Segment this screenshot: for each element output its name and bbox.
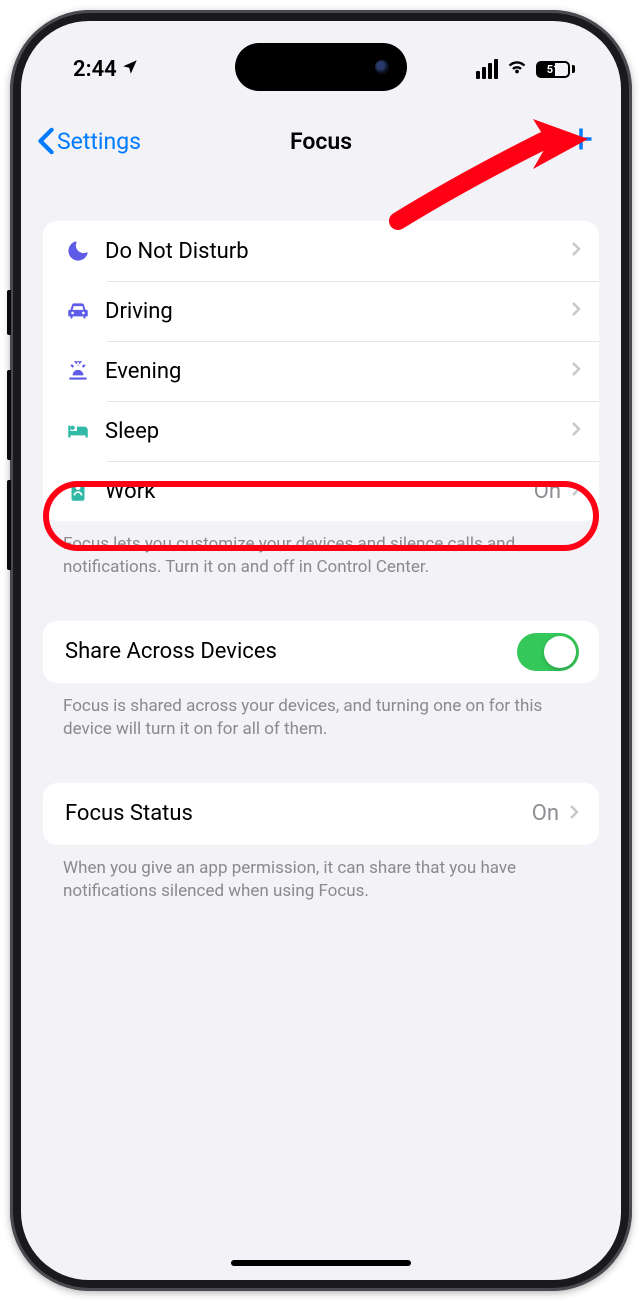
focus-row-dnd[interactable]: Do Not Disturb (43, 221, 599, 281)
row-label: Share Across Devices (65, 639, 517, 664)
moon-icon (65, 238, 105, 264)
dynamic-island (235, 43, 407, 91)
row-value: On (534, 479, 561, 504)
row-label: Evening (105, 359, 561, 384)
home-indicator[interactable] (231, 1260, 411, 1266)
battery-icon: 51 (536, 61, 575, 78)
back-label: Settings (57, 128, 141, 155)
location-icon (121, 57, 139, 82)
phone-frame: 2:44 51 Settings Focus (10, 10, 632, 1291)
sunset-icon (65, 358, 105, 384)
chevron-right-icon (571, 481, 581, 501)
row-label: Do Not Disturb (105, 239, 561, 264)
content: Do Not Disturb Driving Evening (21, 221, 621, 903)
chevron-right-icon (569, 804, 579, 824)
focus-row-evening[interactable]: Evening (43, 341, 599, 401)
focus-status-row[interactable]: Focus Status On (43, 783, 599, 845)
car-icon (65, 298, 105, 324)
focus-group-footer: Focus lets you customize your devices an… (43, 521, 599, 579)
badge-icon (65, 478, 105, 504)
share-row[interactable]: Share Across Devices (43, 621, 599, 683)
chevron-right-icon (571, 421, 581, 441)
chevron-right-icon (571, 301, 581, 321)
nav-bar: Settings Focus (21, 111, 621, 171)
share-toggle[interactable] (517, 633, 579, 671)
row-label: Work (105, 479, 534, 504)
row-label: Focus Status (65, 801, 532, 826)
screen: 2:44 51 Settings Focus (21, 21, 621, 1280)
share-footer: Focus is shared across your devices, and… (43, 683, 599, 741)
back-button[interactable]: Settings (37, 127, 141, 155)
chevron-right-icon (571, 241, 581, 261)
row-label: Driving (105, 299, 561, 324)
row-label: Sleep (105, 419, 561, 444)
add-button[interactable] (567, 125, 595, 157)
focus-status-footer: When you give an app permission, it can … (43, 845, 599, 903)
status-time: 2:44 (73, 57, 117, 82)
page-title: Focus (290, 128, 352, 155)
bed-icon (65, 418, 105, 444)
focus-modes-group: Do Not Disturb Driving Evening (43, 221, 599, 521)
focus-status-group: Focus Status On (43, 783, 599, 845)
focus-row-driving[interactable]: Driving (43, 281, 599, 341)
chevron-right-icon (571, 361, 581, 381)
share-group: Share Across Devices (43, 621, 599, 683)
focus-row-sleep[interactable]: Sleep (43, 401, 599, 461)
row-value: On (532, 801, 559, 826)
wifi-icon (506, 55, 528, 83)
focus-row-work[interactable]: Work On (43, 461, 599, 521)
cellular-icon (476, 59, 498, 79)
